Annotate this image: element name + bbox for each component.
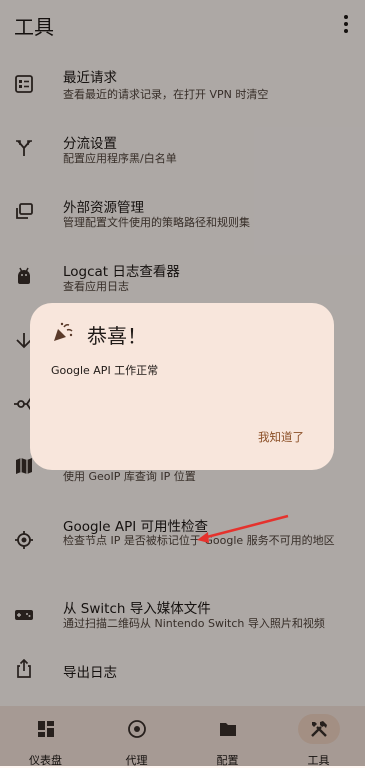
confirm-button[interactable]: 我知道了: [258, 429, 304, 445]
success-dialog: 恭喜！ Google API 工作正常 我知道了: [30, 303, 334, 470]
dialog-message: Google API 工作正常: [51, 364, 159, 377]
party-popper-icon: [54, 322, 73, 341]
dialog-title: 恭喜！: [87, 324, 147, 348]
